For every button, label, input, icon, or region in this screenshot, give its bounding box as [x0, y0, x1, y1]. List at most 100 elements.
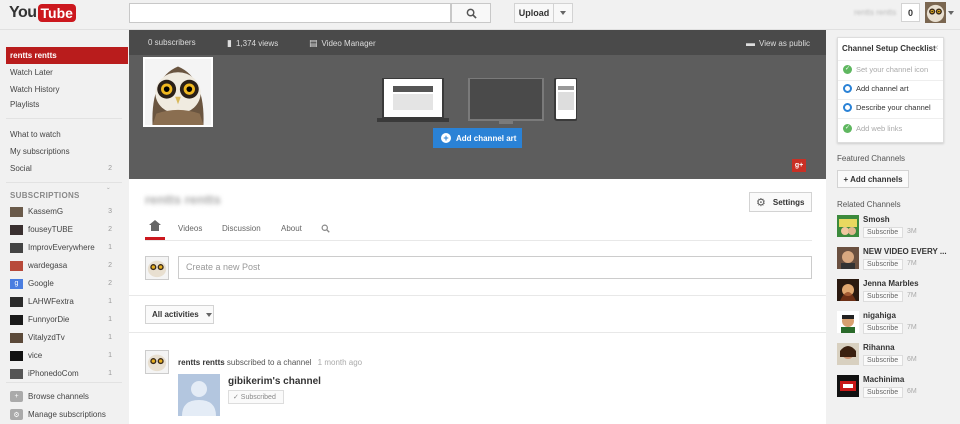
search-input[interactable]	[129, 3, 451, 23]
divider	[6, 118, 122, 119]
youtube-logo[interactable]: You Tube	[9, 2, 76, 24]
default-avatar-icon[interactable]	[178, 374, 220, 416]
add-channels-button[interactable]: + Add channels	[837, 170, 909, 188]
video-manager-link[interactable]: ▤ Video Manager	[309, 38, 376, 49]
related-channel: Machinima Subscribe 6M	[837, 375, 957, 399]
channel-thumb	[10, 224, 23, 235]
view-as-public-link[interactable]: ▬ View as public	[746, 38, 810, 48]
activity-actor[interactable]: rentts rentts	[178, 358, 225, 367]
subscription-item[interactable]: LAHWFextra 1	[0, 293, 128, 310]
subscription-item[interactable]: FunnyorDie 1	[0, 311, 128, 328]
checklist-item[interactable]: Describe your channel	[843, 103, 931, 112]
channel-thumb[interactable]	[837, 215, 859, 237]
related-channel: Jenna Marbles Subscribe 7M	[837, 279, 957, 303]
item-count: 1	[108, 244, 112, 251]
browse-channels-link[interactable]: + Browse channels	[0, 388, 128, 405]
chevron-down-icon[interactable]	[948, 11, 954, 15]
avatar[interactable]	[145, 350, 169, 374]
logo-tube: Tube	[37, 4, 76, 22]
channel-thumb	[10, 350, 23, 361]
view-public-icon: ▬	[746, 38, 755, 48]
plus-icon: +	[10, 391, 23, 402]
subscriber-count: 6M	[907, 356, 917, 363]
guide-item-social[interactable]: Social 2	[0, 160, 128, 177]
related-channel-name[interactable]: Machinima	[863, 375, 904, 384]
checklist-item[interactable]: ✓ Add web links	[843, 124, 902, 133]
subscription-item[interactable]: g Google 2	[0, 275, 128, 292]
tab-home[interactable]	[145, 220, 165, 240]
related-channel: Smosh Subscribe 3M	[837, 215, 957, 239]
channel-thumb[interactable]	[837, 311, 859, 333]
upload-dropdown-button[interactable]	[554, 3, 573, 23]
item-count: 1	[108, 316, 112, 323]
subscribe-button[interactable]: Subscribe	[863, 355, 903, 366]
subscription-item[interactable]: KassemG 3	[0, 203, 128, 220]
avatar[interactable]	[925, 2, 946, 23]
item-count: 2	[108, 280, 112, 287]
empty-circle-icon	[843, 84, 852, 93]
item-count: 2	[108, 226, 112, 233]
guide-item-playlists[interactable]: Playlists	[0, 96, 128, 113]
divider	[838, 80, 943, 81]
stat-label: 1,374 views	[235, 39, 279, 48]
guide-item-what-to-watch[interactable]: What to watch	[0, 126, 128, 143]
activities-label: All activities	[152, 310, 199, 319]
post-composer-input[interactable]: Create a new Post	[178, 256, 812, 279]
related-channel-name[interactable]: nigahiga	[863, 311, 896, 320]
subscription-item[interactable]: ImprovEverywhere 1	[0, 239, 128, 256]
collapse-icon[interactable]: ˇ	[107, 187, 110, 196]
divider	[838, 118, 943, 119]
close-icon[interactable]: ✕	[933, 44, 939, 52]
channel-thumb	[10, 296, 23, 307]
guide-item-my-channel[interactable]: rentts rentts	[6, 47, 128, 64]
channel-setup-checklist: Channel Setup Checklist ✕ ✓ Set your chan…	[837, 37, 944, 143]
add-channel-art-button[interactable]: + Add channel art	[433, 128, 522, 148]
related-channel-name[interactable]: Smosh	[863, 215, 890, 224]
check-icon: ✓	[843, 65, 852, 74]
subscribe-button[interactable]: Subscribe	[863, 323, 903, 334]
search-icon[interactable]	[321, 224, 330, 233]
related-channel-name[interactable]: NEW VIDEO EVERY ...	[863, 247, 947, 256]
related-channel-name[interactable]: Rihanna	[863, 343, 895, 352]
activities-filter-dropdown[interactable]: All activities	[145, 305, 214, 324]
guide-item-label: My subscriptions	[10, 147, 70, 156]
tab-discussion[interactable]: Discussion	[222, 224, 261, 233]
settings-button[interactable]: ⚙ Settings	[749, 192, 812, 212]
guide-item-label: rentts rentts	[10, 51, 57, 60]
related-channel-name[interactable]: Jenna Marbles	[863, 279, 919, 288]
channel-thumb[interactable]	[837, 247, 859, 269]
stat-label: View as public	[759, 38, 810, 48]
checklist-item[interactable]: Add channel art	[843, 84, 909, 93]
subscription-item[interactable]: wardegasa 2	[0, 257, 128, 274]
channel-thumb	[10, 368, 23, 379]
checklist-label: Add web links	[856, 124, 903, 133]
subscribed-button[interactable]: ✓ Subscribed	[228, 390, 284, 404]
channel-thumb[interactable]	[837, 279, 859, 301]
subscribe-button[interactable]: Subscribe	[863, 387, 903, 398]
subscribe-button[interactable]: Subscribe	[863, 227, 903, 238]
google-plus-icon[interactable]: g+	[792, 159, 806, 172]
guide-item-watch-later[interactable]: Watch Later	[0, 64, 128, 81]
tab-about[interactable]: About	[281, 224, 302, 233]
masthead-username[interactable]: rentts rentts	[854, 8, 896, 17]
channel-icon[interactable]	[143, 57, 213, 127]
upload-button[interactable]: Upload	[514, 3, 554, 23]
subscription-item[interactable]: fouseyTUBE 2	[0, 221, 128, 238]
subscription-label: VitalyzdTv	[28, 333, 65, 342]
subscription-label: fouseyTUBE	[28, 225, 73, 234]
subscribe-button[interactable]: Subscribe	[863, 259, 903, 270]
tab-videos[interactable]: Videos	[178, 224, 202, 233]
subscription-item[interactable]: iPhonedoCom 1	[0, 365, 128, 382]
manage-subscriptions-link[interactable]: ⚙ Manage subscriptions	[0, 406, 128, 423]
subscribe-button[interactable]: Subscribe	[863, 291, 903, 302]
channel-thumb[interactable]	[837, 375, 859, 397]
search-button[interactable]	[451, 3, 491, 23]
checklist-item[interactable]: ✓ Set your channel icon	[843, 65, 928, 74]
guide-item-my-subscriptions[interactable]: My subscriptions	[0, 143, 128, 160]
subscribed-channel-name[interactable]: gibikerim's channel	[228, 376, 321, 387]
google-icon: g	[10, 278, 23, 289]
subscription-item[interactable]: VitalyzdTv 1	[0, 329, 128, 346]
channel-thumb[interactable]	[837, 343, 859, 365]
subscription-item[interactable]: vice 1	[0, 347, 128, 364]
notification-count[interactable]: 0	[901, 3, 920, 22]
